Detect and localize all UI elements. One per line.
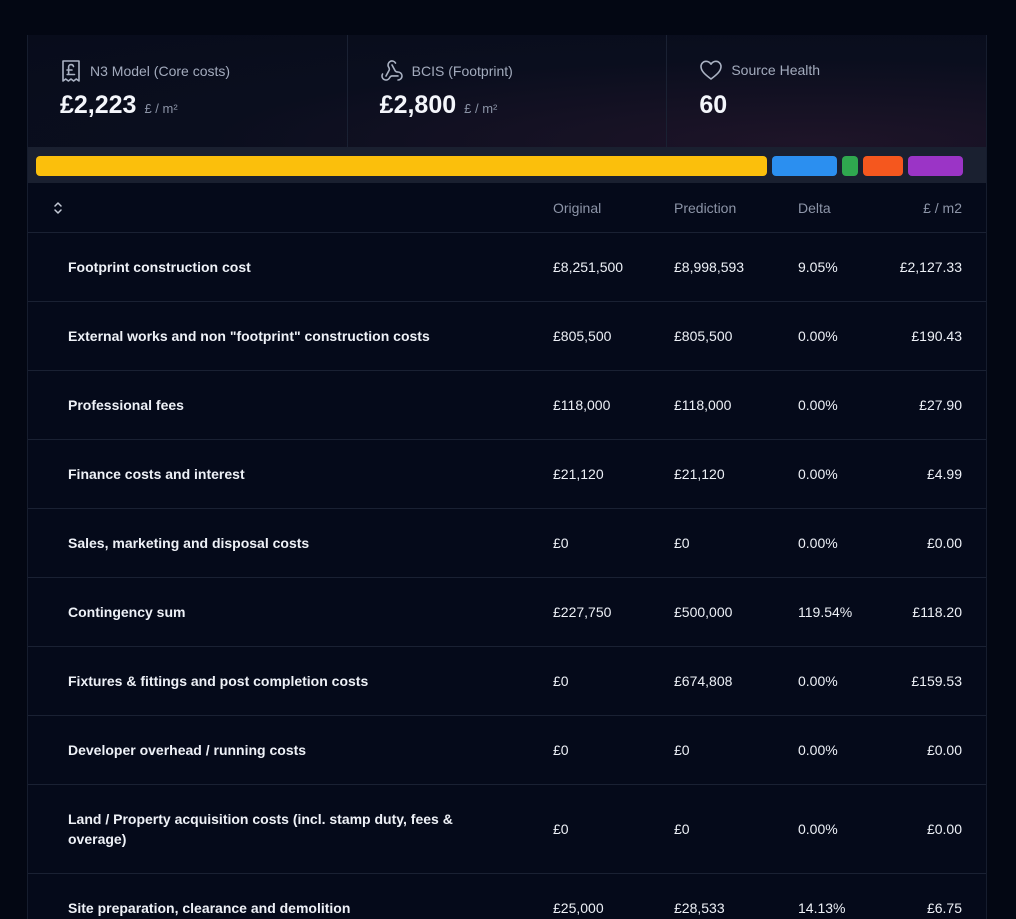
bar-segment bbox=[862, 156, 903, 176]
bar-segment bbox=[771, 156, 838, 176]
row-per-m2: £0.00 bbox=[926, 742, 962, 758]
table-row[interactable]: Contingency sum £227,750 £500,000 119.54% £1… bbox=[28, 578, 986, 647]
table-row[interactable]: Fixtures & fittings and post completion … bbox=[28, 647, 986, 716]
table-header: Original Prediction Delta £ / m2 bbox=[28, 183, 986, 233]
row-original: £805,500 bbox=[553, 328, 612, 344]
row-prediction: £21,120 bbox=[674, 466, 725, 482]
row-original: £21,120 bbox=[553, 466, 604, 482]
sort-icon[interactable] bbox=[52, 200, 64, 219]
row-prediction: £500,000 bbox=[674, 604, 733, 620]
row-original: £227,750 bbox=[553, 604, 612, 620]
cost-table-body: Footprint construction cost £8,251,500 £8,… bbox=[28, 233, 986, 919]
row-delta: 0.00% bbox=[798, 328, 838, 344]
row-prediction: £0 bbox=[674, 821, 690, 837]
row-original: £0 bbox=[553, 742, 569, 758]
row-per-m2: £190.43 bbox=[911, 328, 962, 344]
table-row[interactable]: Footprint construction cost £8,251,500 £8,… bbox=[28, 233, 986, 302]
row-delta: 0.00% bbox=[798, 466, 838, 482]
row-per-m2: £4.99 bbox=[926, 466, 962, 482]
table-row[interactable]: Sales, marketing and disposal costs £0 £0 0… bbox=[28, 509, 986, 578]
bar-segment bbox=[842, 156, 858, 176]
row-name: Finance costs and interest bbox=[68, 466, 245, 482]
row-original: £118,000 bbox=[553, 397, 611, 413]
row-delta: 14.13% bbox=[798, 900, 846, 916]
bar-segment bbox=[907, 156, 964, 176]
bar-segment bbox=[36, 156, 767, 176]
table-row[interactable]: Finance costs and interest £21,120 £21,120… bbox=[28, 440, 986, 509]
card-n3-model: N3 Model (Core costs) £2,223 £ / m² bbox=[28, 35, 348, 147]
row-delta: 119.54% bbox=[798, 604, 853, 620]
row-per-m2: £2,127.33 bbox=[899, 259, 962, 275]
row-delta: 0.00% bbox=[798, 821, 838, 837]
row-prediction: £118,000 bbox=[674, 397, 732, 413]
row-name: Developer overhead / running costs bbox=[68, 742, 307, 758]
row-delta: 9.05% bbox=[798, 259, 838, 275]
row-original: £25,000 bbox=[553, 900, 604, 916]
cost-breakdown-bar bbox=[28, 147, 986, 183]
row-prediction: £0 bbox=[674, 535, 690, 551]
row-delta: 0.00% bbox=[798, 742, 838, 758]
row-per-m2: £27.90 bbox=[919, 397, 962, 413]
row-prediction: £805,500 bbox=[674, 328, 733, 344]
column-header-prediction[interactable]: Prediction bbox=[674, 200, 736, 216]
row-name: Site preparation, clearance and demoliti… bbox=[68, 900, 351, 916]
row-original: £0 bbox=[553, 535, 569, 551]
top-bar bbox=[0, 0, 1016, 35]
row-name: Land / Property acquisition costs (incl.… bbox=[68, 811, 453, 847]
card-unit: £ / m² bbox=[464, 101, 498, 116]
card-title: Source Health bbox=[731, 62, 821, 78]
row-original: £0 bbox=[553, 821, 569, 837]
heart-icon bbox=[699, 59, 723, 81]
row-name: Sales, marketing and disposal costs bbox=[68, 535, 310, 551]
column-header-per-m2[interactable]: £ / m2 bbox=[923, 200, 962, 216]
row-per-m2: £159.53 bbox=[911, 673, 962, 689]
webhook-icon bbox=[380, 59, 404, 83]
cost-summary-panel: N3 Model (Core costs) £2,223 £ / m² BCIS… bbox=[27, 35, 987, 919]
table-row[interactable]: Land / Property acquisition costs (incl.… bbox=[28, 785, 986, 874]
row-delta: 0.00% bbox=[798, 397, 838, 413]
column-header-delta[interactable]: Delta bbox=[798, 200, 831, 216]
row-delta: 0.00% bbox=[798, 535, 838, 551]
row-name: Footprint construction cost bbox=[68, 259, 251, 275]
table-row[interactable]: Developer overhead / running costs £0 £0 0.… bbox=[28, 716, 986, 785]
row-delta: 0.00% bbox=[798, 673, 838, 689]
row-per-m2: £118.20 bbox=[912, 604, 962, 620]
card-value: £2,800 bbox=[379, 91, 457, 119]
row-original: £8,251,500 bbox=[553, 259, 624, 275]
row-name: Professional fees bbox=[68, 397, 184, 413]
card-unit: £ / m² bbox=[144, 101, 178, 116]
row-original: £0 bbox=[553, 673, 569, 689]
row-prediction: £674,808 bbox=[674, 673, 733, 689]
card-title: N3 Model (Core costs) bbox=[90, 63, 231, 79]
row-prediction: £0 bbox=[674, 742, 690, 758]
column-header-original[interactable]: Original bbox=[553, 200, 601, 216]
row-name: Fixtures & fittings and post completion … bbox=[68, 673, 369, 689]
row-prediction: £8,998,593 bbox=[674, 259, 745, 275]
card-title: BCIS (Footprint) bbox=[411, 63, 513, 79]
card-source-health: Source Health 60 bbox=[667, 35, 986, 147]
row-prediction: £28,533 bbox=[674, 900, 725, 916]
card-value: 60 bbox=[699, 91, 728, 119]
table-row[interactable]: Professional fees £118,000 £118,000 0.00% £2… bbox=[28, 371, 986, 440]
row-name: External works and non "footprint" const… bbox=[68, 328, 430, 344]
receipt-pound-icon bbox=[60, 59, 82, 83]
row-per-m2: £0.00 bbox=[926, 821, 962, 837]
card-value: £2,223 bbox=[60, 91, 137, 119]
row-per-m2: £6.75 bbox=[926, 900, 962, 916]
summary-cards: N3 Model (Core costs) £2,223 £ / m² BCIS… bbox=[28, 35, 986, 147]
table-row[interactable]: External works and non "footprint" const… bbox=[28, 302, 986, 371]
row-name: Contingency sum bbox=[68, 604, 186, 620]
table-row[interactable]: Site preparation, clearance and demoliti… bbox=[28, 874, 986, 919]
row-per-m2: £0.00 bbox=[926, 535, 962, 551]
card-bcis: BCIS (Footprint) £2,800 £ / m² bbox=[348, 35, 668, 147]
